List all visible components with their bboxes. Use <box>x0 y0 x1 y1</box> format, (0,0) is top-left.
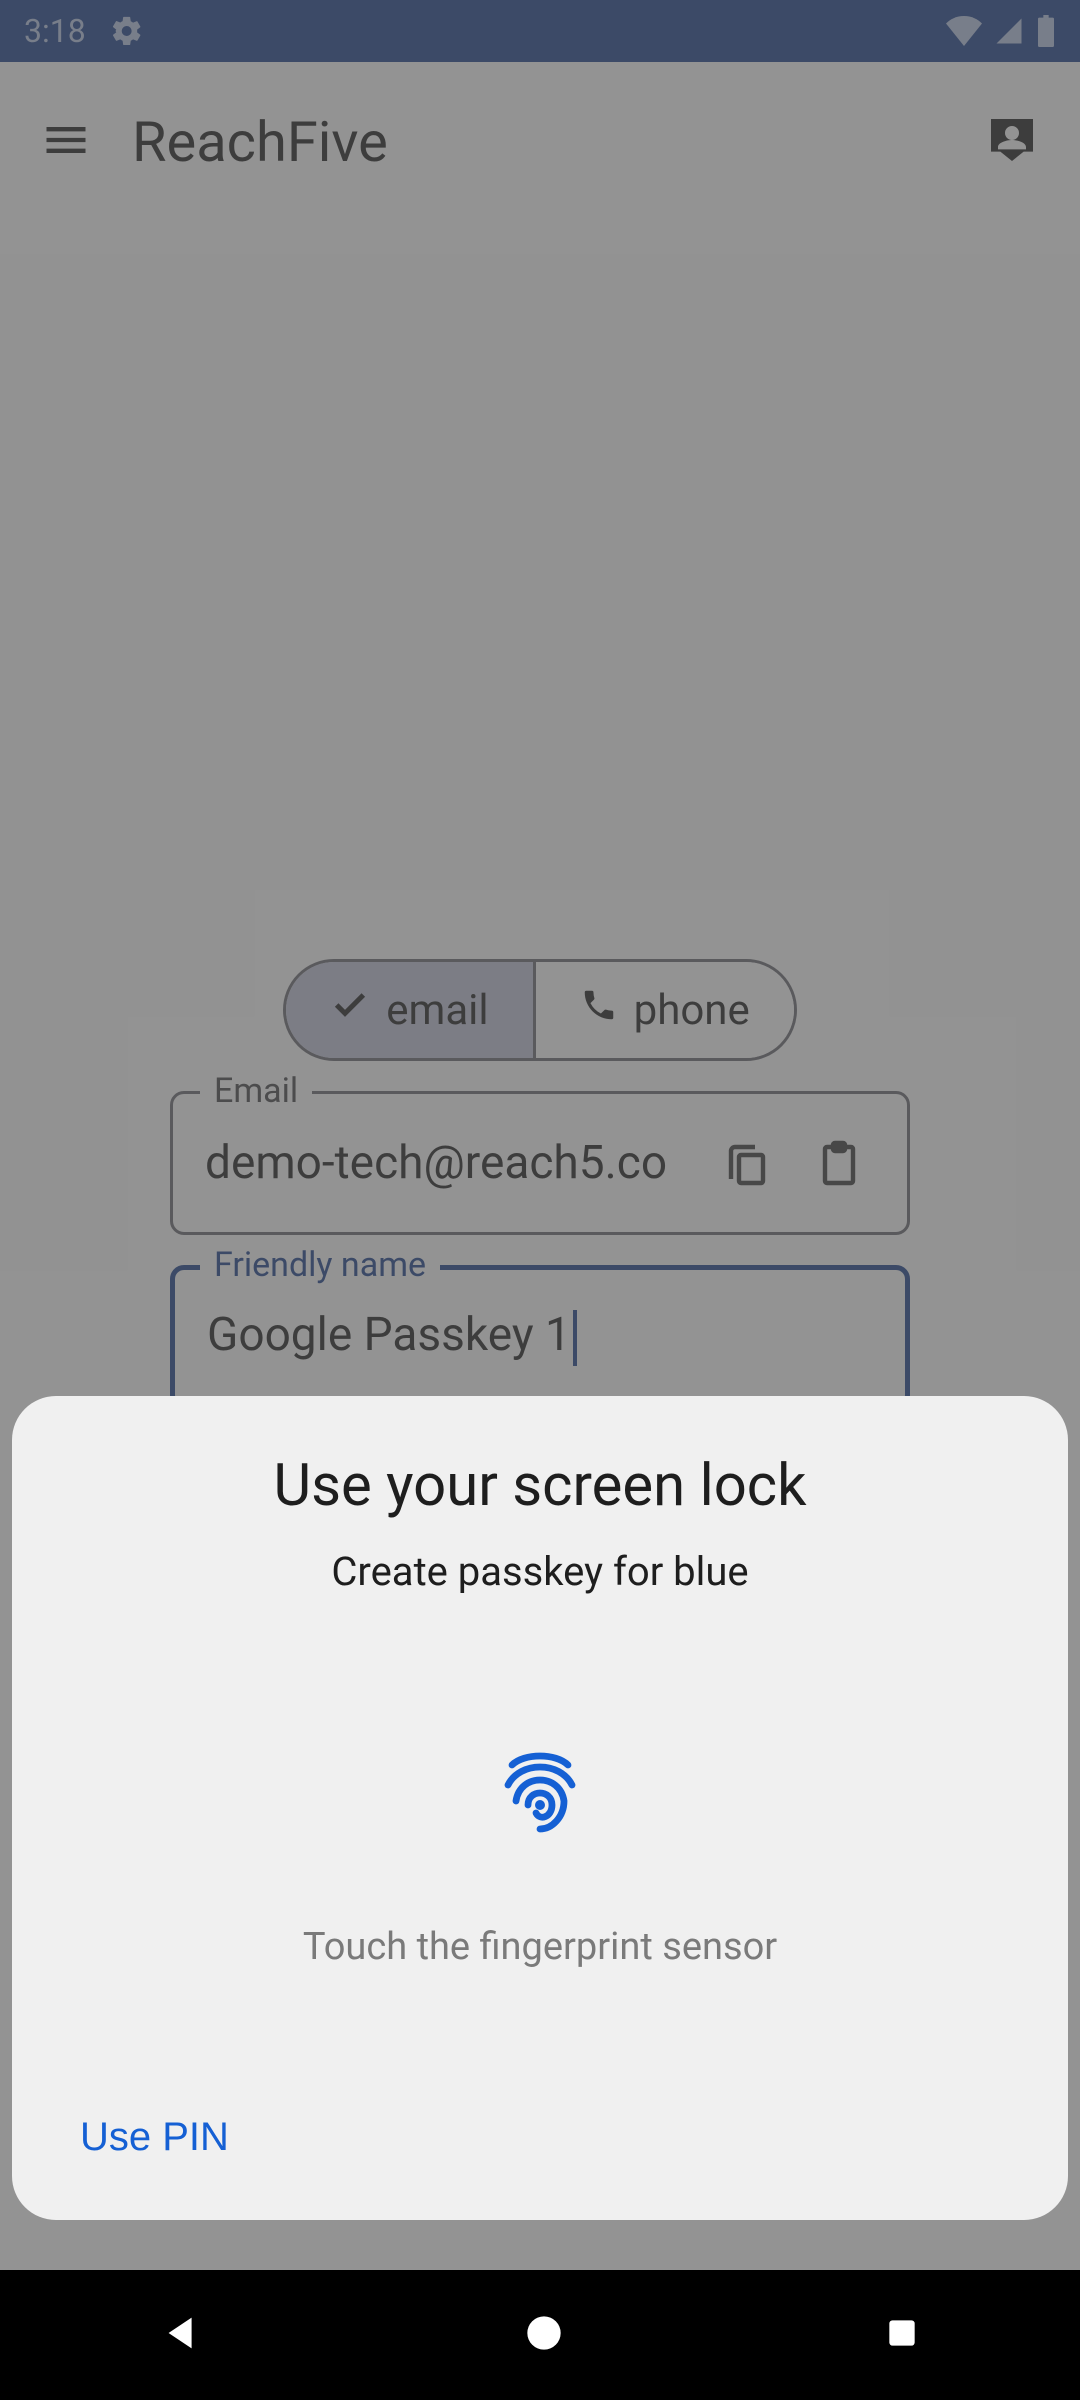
nav-recent-icon[interactable] <box>883 2314 921 2356</box>
nav-home-icon[interactable] <box>524 2313 564 2357</box>
biometric-sheet: Use your screen lock Create passkey for … <box>12 1396 1068 2220</box>
fingerprint-icon[interactable] <box>500 1745 580 1845</box>
sheet-subtitle: Create passkey for blue <box>331 1548 748 1595</box>
nav-back-icon[interactable] <box>159 2310 205 2360</box>
sheet-hint: Touch the fingerprint sensor <box>303 1925 777 1969</box>
system-nav-bar <box>0 2270 1080 2400</box>
use-pin-button[interactable]: Use PIN <box>68 2099 241 2176</box>
sheet-title: Use your screen lock <box>273 1452 806 1520</box>
